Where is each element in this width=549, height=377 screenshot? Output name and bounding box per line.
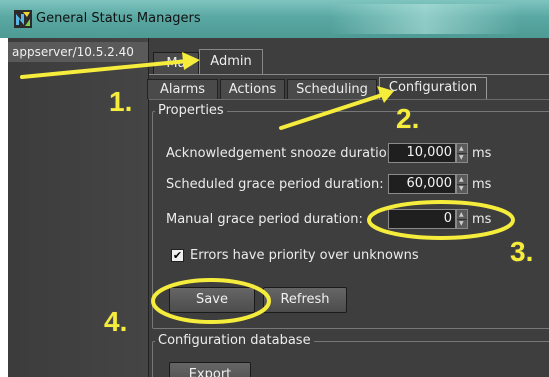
manual-grace-input[interactable]: 0 xyxy=(388,209,456,229)
scheduled-grace-input[interactable]: 60,000 xyxy=(388,174,456,194)
tab-main-label: Ma xyxy=(166,56,186,71)
refresh-button[interactable]: Refresh xyxy=(263,287,347,313)
tab-divider xyxy=(149,74,549,75)
tab-scheduling-label: Scheduling xyxy=(296,82,368,97)
errors-priority-checkbox[interactable]: ✔ xyxy=(171,249,184,262)
ack-snooze-input[interactable]: 10,000 xyxy=(388,143,456,163)
scheduled-grace-spinner[interactable]: ▲ ▼ xyxy=(456,174,468,194)
tab-main[interactable]: Ma xyxy=(153,52,199,74)
title-bar-glow xyxy=(330,4,520,34)
tab-admin-label: Admin xyxy=(210,54,252,69)
step-2-annotation: 2. xyxy=(396,103,420,134)
ack-snooze-label: Acknowledgement snooze duration: xyxy=(166,146,400,161)
scheduled-grace-unit: ms xyxy=(472,177,492,192)
scheduled-grace-label: Scheduled grace period duration: xyxy=(166,177,384,192)
properties-title: Properties xyxy=(155,103,227,118)
tab-alarms[interactable]: Alarms xyxy=(147,79,218,99)
config-db-title: Configuration database xyxy=(155,333,314,348)
manual-grace-label: Manual grace period duration: xyxy=(166,212,363,227)
step-1-annotation: 1. xyxy=(109,86,133,117)
ack-snooze-spinner[interactable]: ▲ ▼ xyxy=(456,143,468,163)
tab-actions-label: Actions xyxy=(228,82,277,97)
errors-priority-label: Errors have priority over unknowns xyxy=(190,248,419,263)
tab-admin[interactable]: Admin xyxy=(199,49,263,74)
export-button[interactable]: Export xyxy=(169,362,251,377)
step-3-annotation: 3. xyxy=(510,236,534,267)
save-button[interactable]: Save xyxy=(169,287,255,313)
sidebar-item-appserver[interactable]: appserver/10.5.2.40 xyxy=(8,42,148,62)
app-logo-icon xyxy=(14,10,32,28)
step-4-annotation: 4. xyxy=(104,306,128,337)
sidebar-item-label: appserver/10.5.2.40 xyxy=(12,45,134,59)
tab-alarms-label: Alarms xyxy=(159,82,206,97)
tab-configuration[interactable]: Configuration xyxy=(379,77,487,99)
title-bar: General Status Managers xyxy=(0,0,549,38)
tab-actions[interactable]: Actions xyxy=(220,79,285,99)
screenshot-frame: General Status Managers appserver/10.5.2… xyxy=(0,0,549,377)
manual-grace-unit: ms xyxy=(472,212,492,227)
manual-grace-spinner[interactable]: ▲ ▼ xyxy=(456,209,468,229)
tab-scheduling[interactable]: Scheduling xyxy=(287,79,377,99)
tab-configuration-label: Configuration xyxy=(388,80,478,95)
window-title: General Status Managers xyxy=(36,11,201,26)
ack-snooze-unit: ms xyxy=(472,146,492,161)
